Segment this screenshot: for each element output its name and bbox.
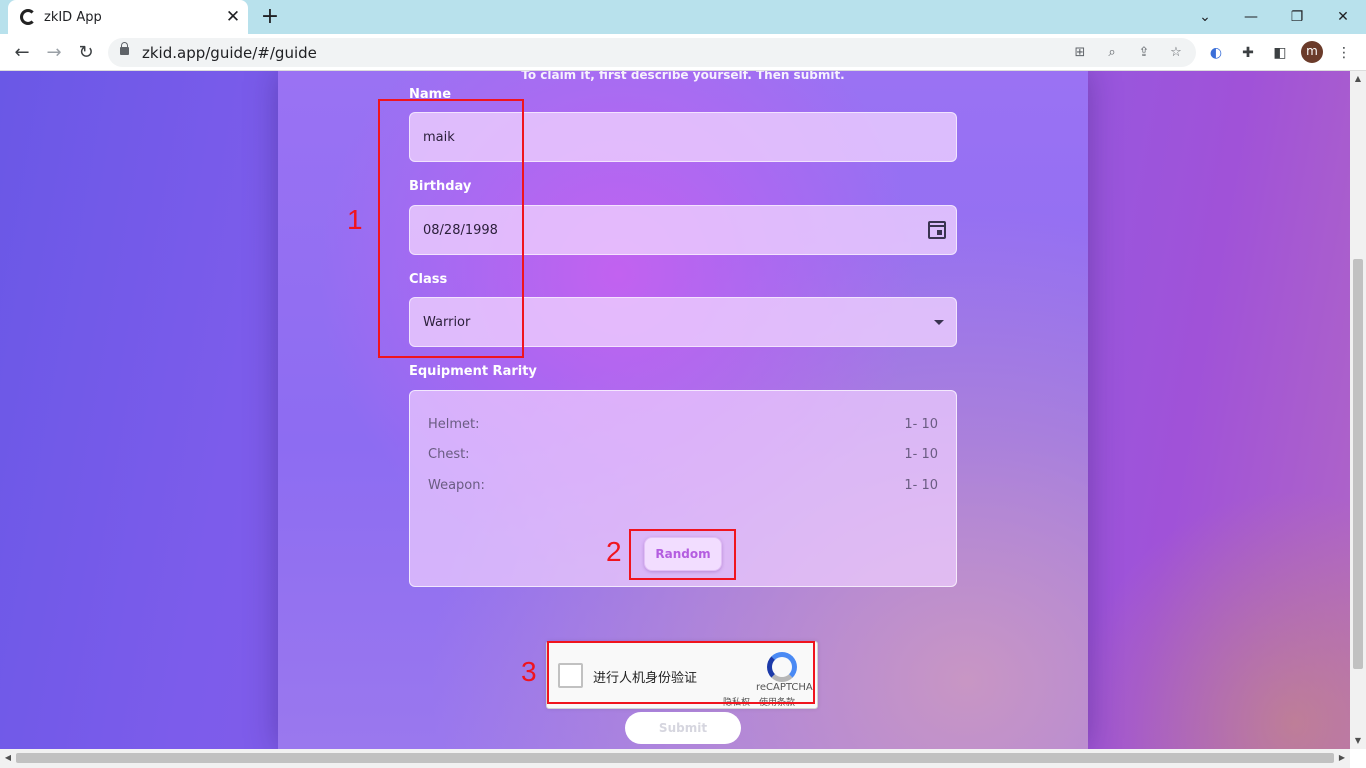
dropdown-arrow-icon[interactable] <box>934 320 944 325</box>
profile-avatar[interactable]: m <box>1301 41 1323 63</box>
zkid-favicon-icon <box>20 9 36 25</box>
equipment-range: 1- 10 <box>904 447 938 462</box>
scroll-right-icon[interactable]: ▶ <box>1334 750 1350 766</box>
menu-kebab-icon[interactable]: ⋮ <box>1333 42 1355 64</box>
forward-arrow-icon[interactable]: → <box>41 40 67 66</box>
browser-tab[interactable]: zkID App ✕ <box>8 0 248 34</box>
scroll-up-icon[interactable]: ▲ <box>1350 71 1366 87</box>
side-panel-icon[interactable]: ◧ <box>1269 42 1291 64</box>
calendar-icon[interactable] <box>928 221 946 239</box>
equipment-range: 1- 10 <box>904 478 938 493</box>
browser-toolbar: ← → ↻ zkid.app/guide/#/guide ⊞ ⌕ ⇪ ☆ ◐ ✚… <box>0 34 1366 71</box>
equipment-name: Chest: <box>428 447 470 462</box>
annotation-number-2: 2 <box>606 536 622 567</box>
annotation-number-1: 1 <box>347 204 363 235</box>
page-viewport: To claim it, first describe yourself. Th… <box>0 71 1350 749</box>
lock-icon[interactable] <box>120 42 129 55</box>
equipment-name: Helmet: <box>428 417 480 432</box>
equipment-name: Weapon: <box>428 478 485 493</box>
tab-strip: zkID App ✕ + ⌄ — ❐ ✕ <box>0 0 1366 34</box>
extensions-puzzle-icon[interactable]: ✚ <box>1237 42 1259 64</box>
back-arrow-icon[interactable]: ← <box>9 40 35 66</box>
reload-icon[interactable]: ↻ <box>73 40 99 66</box>
annotation-box-2 <box>629 529 736 580</box>
annotation-box-1 <box>378 99 524 358</box>
vertical-scroll-thumb[interactable] <box>1353 259 1363 669</box>
url-text[interactable]: zkid.app/guide/#/guide <box>142 44 317 62</box>
scroll-left-icon[interactable]: ◀ <box>0 750 16 766</box>
tab-close-icon[interactable]: ✕ <box>223 7 243 27</box>
tab-search-icon[interactable]: ⌄ <box>1193 6 1217 28</box>
equipment-row-chest: Chest: 1- 10 <box>428 447 938 465</box>
share-icon[interactable]: ⇪ <box>1134 43 1154 63</box>
equipment-rarity-label: Equipment Rarity <box>409 364 537 379</box>
address-bar[interactable]: zkid.app/guide/#/guide ⊞ ⌕ ⇪ ☆ <box>108 38 1196 67</box>
zoom-icon[interactable]: ⌕ <box>1102 43 1122 63</box>
new-tab-button[interactable]: + <box>258 6 282 30</box>
vertical-scrollbar[interactable]: ▲ ▼ <box>1350 71 1366 749</box>
extension-c-icon[interactable]: ◐ <box>1205 42 1227 64</box>
horizontal-scrollbar[interactable]: ◀ ▶ <box>0 749 1350 768</box>
restore-button[interactable]: ❐ <box>1285 6 1309 28</box>
equipment-row-weapon: Weapon: 1- 10 <box>428 478 938 496</box>
page-subtitle: To claim it, first describe yourself. Th… <box>521 71 845 82</box>
annotation-number-3: 3 <box>521 656 537 687</box>
horizontal-scroll-thumb[interactable] <box>16 753 1334 763</box>
equipment-range: 1- 10 <box>904 417 938 432</box>
translate-icon[interactable]: ⊞ <box>1070 43 1090 63</box>
annotation-box-3 <box>547 641 815 704</box>
minimize-button[interactable]: — <box>1239 6 1263 28</box>
window-close-button[interactable]: ✕ <box>1331 6 1355 28</box>
bookmark-star-icon[interactable]: ☆ <box>1166 43 1186 63</box>
submit-button[interactable]: Submit <box>625 712 741 744</box>
tab-title: zkID App <box>44 10 102 25</box>
scroll-down-icon[interactable]: ▼ <box>1350 733 1366 749</box>
equipment-row-helmet: Helmet: 1- 10 <box>428 417 938 435</box>
